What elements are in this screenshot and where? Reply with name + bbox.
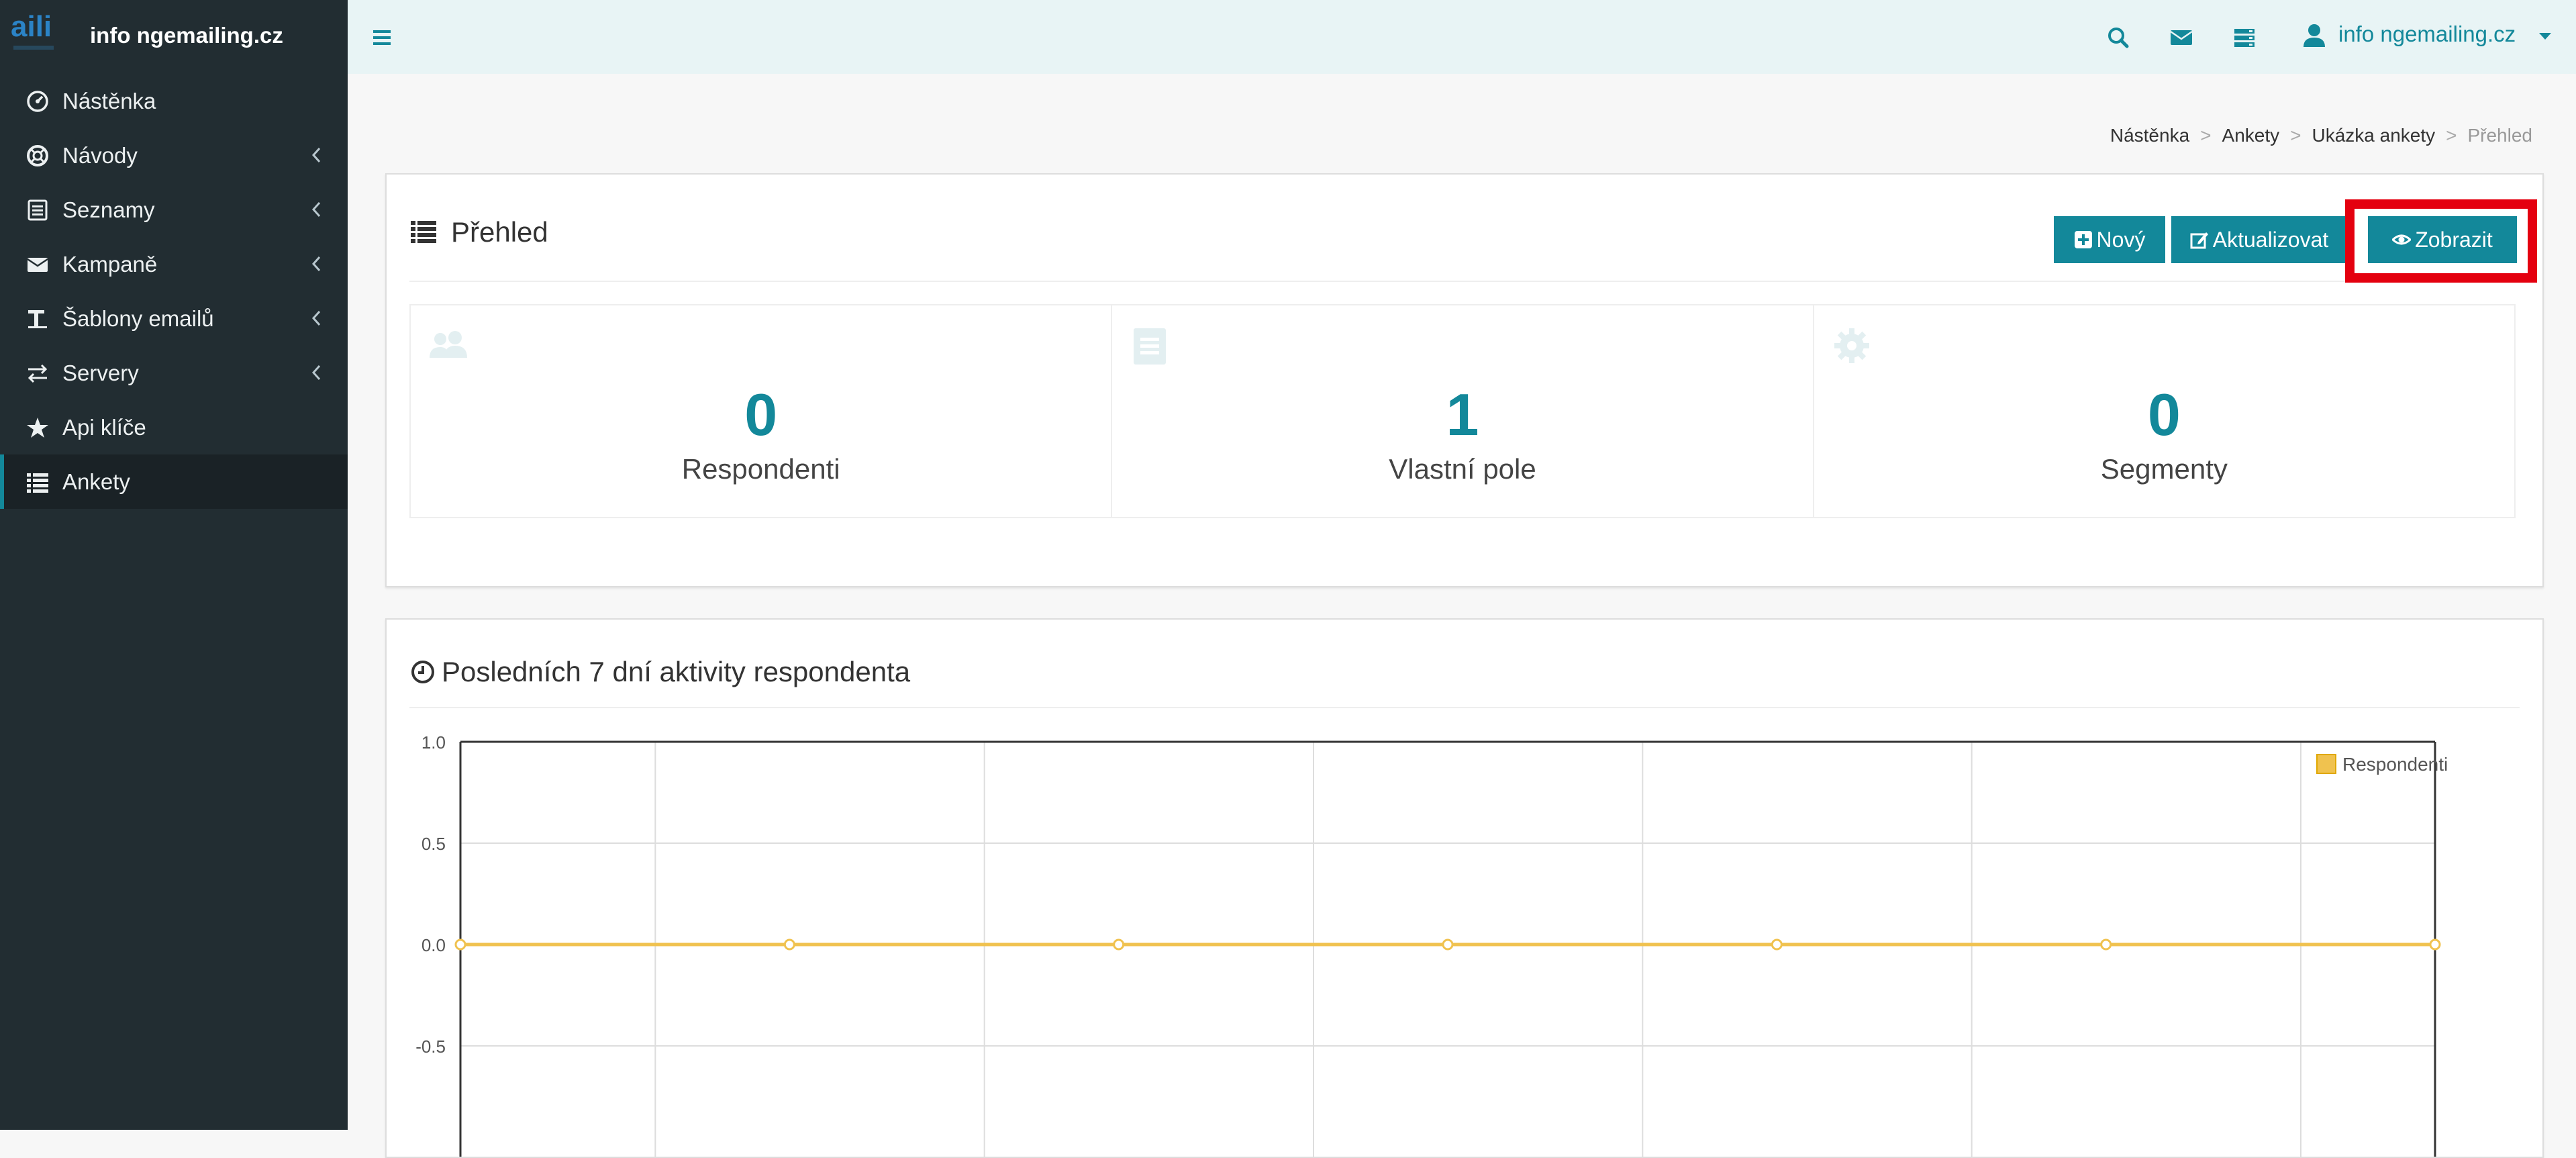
topbar: info ngemailing.cz <box>348 0 2576 74</box>
stat-segments: 0 Segmenty <box>1814 305 2514 517</box>
svg-text:aili: aili <box>11 10 52 43</box>
new-button-label: Nový <box>2096 228 2146 252</box>
sidebar-item-guides[interactable]: Návody <box>0 128 348 183</box>
divider <box>409 281 2520 282</box>
logo-icon: aili <box>11 10 54 50</box>
y-tick-label: 1.0 <box>422 732 446 753</box>
chart-legend: Respondenti <box>2316 754 2448 775</box>
app-title: info ngemailing.cz <box>90 23 283 48</box>
activity-title-text: Posledních 7 dní aktivity respondenta <box>442 656 911 687</box>
chevron-left-icon <box>311 310 321 326</box>
breadcrumb-separator: > <box>2290 125 2301 146</box>
overview-title: Přehled <box>411 216 548 248</box>
document-icon <box>1134 328 1167 365</box>
breadcrumb-separator: > <box>2446 125 2457 146</box>
stat-value: 1 <box>1446 381 1479 448</box>
activity-chart: 1.0 0.5 0.0 -0.5 Respondenti <box>415 732 2448 1157</box>
sidebar-item-api-keys[interactable]: Api klíče <box>0 400 348 454</box>
sidebar-item-label: Seznamy <box>62 197 155 222</box>
y-tick-label: -0.5 <box>415 1036 446 1057</box>
envelope-icon <box>27 258 48 272</box>
sidebar-item-label: Api klíče <box>62 415 146 440</box>
list-box-icon <box>28 199 48 221</box>
sidebar-item-campaigns[interactable]: Kampaně <box>0 237 348 291</box>
sidebar-menu: Nástěnka Návody Seznamy Kampaně Šablony emai… <box>0 74 348 509</box>
stat-respondents: 0 Respondenti <box>411 305 1113 517</box>
server-icon[interactable] <box>2231 24 2258 51</box>
breadcrumb-item-dashboard[interactable]: Nástěnka <box>2110 125 2189 146</box>
sidebar-item-lists[interactable]: Seznamy <box>0 183 348 237</box>
divider <box>409 707 2520 708</box>
sidebar-item-label: Návody <box>62 143 138 168</box>
update-button[interactable]: Aktualizovat <box>2171 216 2347 263</box>
user-menu-label[interactable]: info ngemailing.cz <box>2338 21 2516 47</box>
sidebar-item-email-templates[interactable]: Šablony emailů <box>0 291 348 346</box>
data-point <box>454 938 466 951</box>
y-tick-label: 0.0 <box>422 935 446 955</box>
sidebar: aili info ngemailing.cz Nástěnka Návody Se… <box>0 0 348 1130</box>
chart-series <box>454 938 2441 951</box>
activity-panel: Posledních 7 dní aktivity respondenta 1.… <box>385 618 2544 1158</box>
lifebuoy-icon <box>27 145 48 166</box>
dashboard-icon <box>27 91 48 112</box>
chevron-left-icon <box>311 201 321 218</box>
star-icon <box>27 418 48 438</box>
breadcrumb: Nástěnka > Ankety > Ukázka ankety > Přehled <box>2110 125 2532 146</box>
stats-row: 0 Respondenti 1 Vlastní pole 0 Segmenty <box>409 304 2516 518</box>
data-point <box>783 938 795 951</box>
chevron-left-icon <box>311 365 321 381</box>
y-axis: 1.0 0.5 0.0 -0.5 <box>415 732 446 1057</box>
caret-down-icon[interactable] <box>2537 28 2553 44</box>
overview-title-text: Přehled <box>451 216 548 248</box>
breadcrumb-item-surveys[interactable]: Ankety <box>2222 125 2280 146</box>
breadcrumb-item-survey[interactable]: Ukázka ankety <box>2312 125 2435 146</box>
legend-swatch <box>2316 754 2336 774</box>
user-icon[interactable] <box>2301 21 2328 48</box>
gear-icon <box>1834 328 1869 363</box>
breadcrumb-item-current: Přehled <box>2467 125 2532 146</box>
legend-label: Respondenti <box>2342 754 2448 775</box>
sidebar-item-label: Šablony emailů <box>62 306 214 331</box>
stat-value: 0 <box>2147 381 2181 448</box>
chevron-left-icon <box>311 256 321 272</box>
sidebar-item-label: Nástěnka <box>62 89 156 113</box>
envelope-icon[interactable] <box>2168 24 2195 51</box>
sidebar-item-label: Kampaně <box>62 252 158 277</box>
stat-label: Respondenti <box>681 453 840 485</box>
stat-label: Segmenty <box>2100 453 2228 485</box>
new-button[interactable]: Nový <box>2054 216 2165 263</box>
text-icon <box>28 310 47 328</box>
data-point <box>1442 938 1454 951</box>
y-tick-label: 0.5 <box>422 834 446 854</box>
data-point <box>2100 938 2112 951</box>
edit-icon <box>2190 232 2208 249</box>
chevron-left-icon <box>311 147 321 163</box>
sidebar-item-label: Servery <box>62 360 139 385</box>
data-point <box>2429 938 2441 951</box>
search-icon[interactable] <box>2105 24 2132 51</box>
overview-panel: Přehled Nový Aktualizovat Zobrazit 0 Res… <box>385 173 2544 587</box>
breadcrumb-separator: > <box>2200 125 2212 146</box>
menu-icon[interactable] <box>369 24 396 51</box>
clock-icon <box>411 661 434 683</box>
users-icon <box>430 331 467 358</box>
list-icon <box>411 221 436 243</box>
exchange-icon <box>28 364 48 383</box>
highlight-frame <box>2345 199 2537 283</box>
brand[interactable]: aili info ngemailing.cz <box>0 0 348 74</box>
sidebar-item-servers[interactable]: Servery <box>0 346 348 400</box>
stat-value: 0 <box>744 381 778 448</box>
data-point <box>1771 938 1783 951</box>
stat-label: Vlastní pole <box>1389 453 1536 485</box>
update-button-label: Aktualizovat <box>2212 228 2329 252</box>
activity-title: Posledních 7 dní aktivity respondenta <box>411 656 910 688</box>
data-point <box>1113 938 1125 951</box>
list-icon <box>27 473 48 493</box>
sidebar-item-dashboard[interactable]: Nástěnka <box>0 74 348 128</box>
sidebar-item-label: Ankety <box>62 469 130 494</box>
plus-square-icon <box>2074 231 2092 248</box>
stat-custom-fields: 1 Vlastní pole <box>1112 305 1814 517</box>
sidebar-item-surveys[interactable]: Ankety <box>0 454 348 509</box>
